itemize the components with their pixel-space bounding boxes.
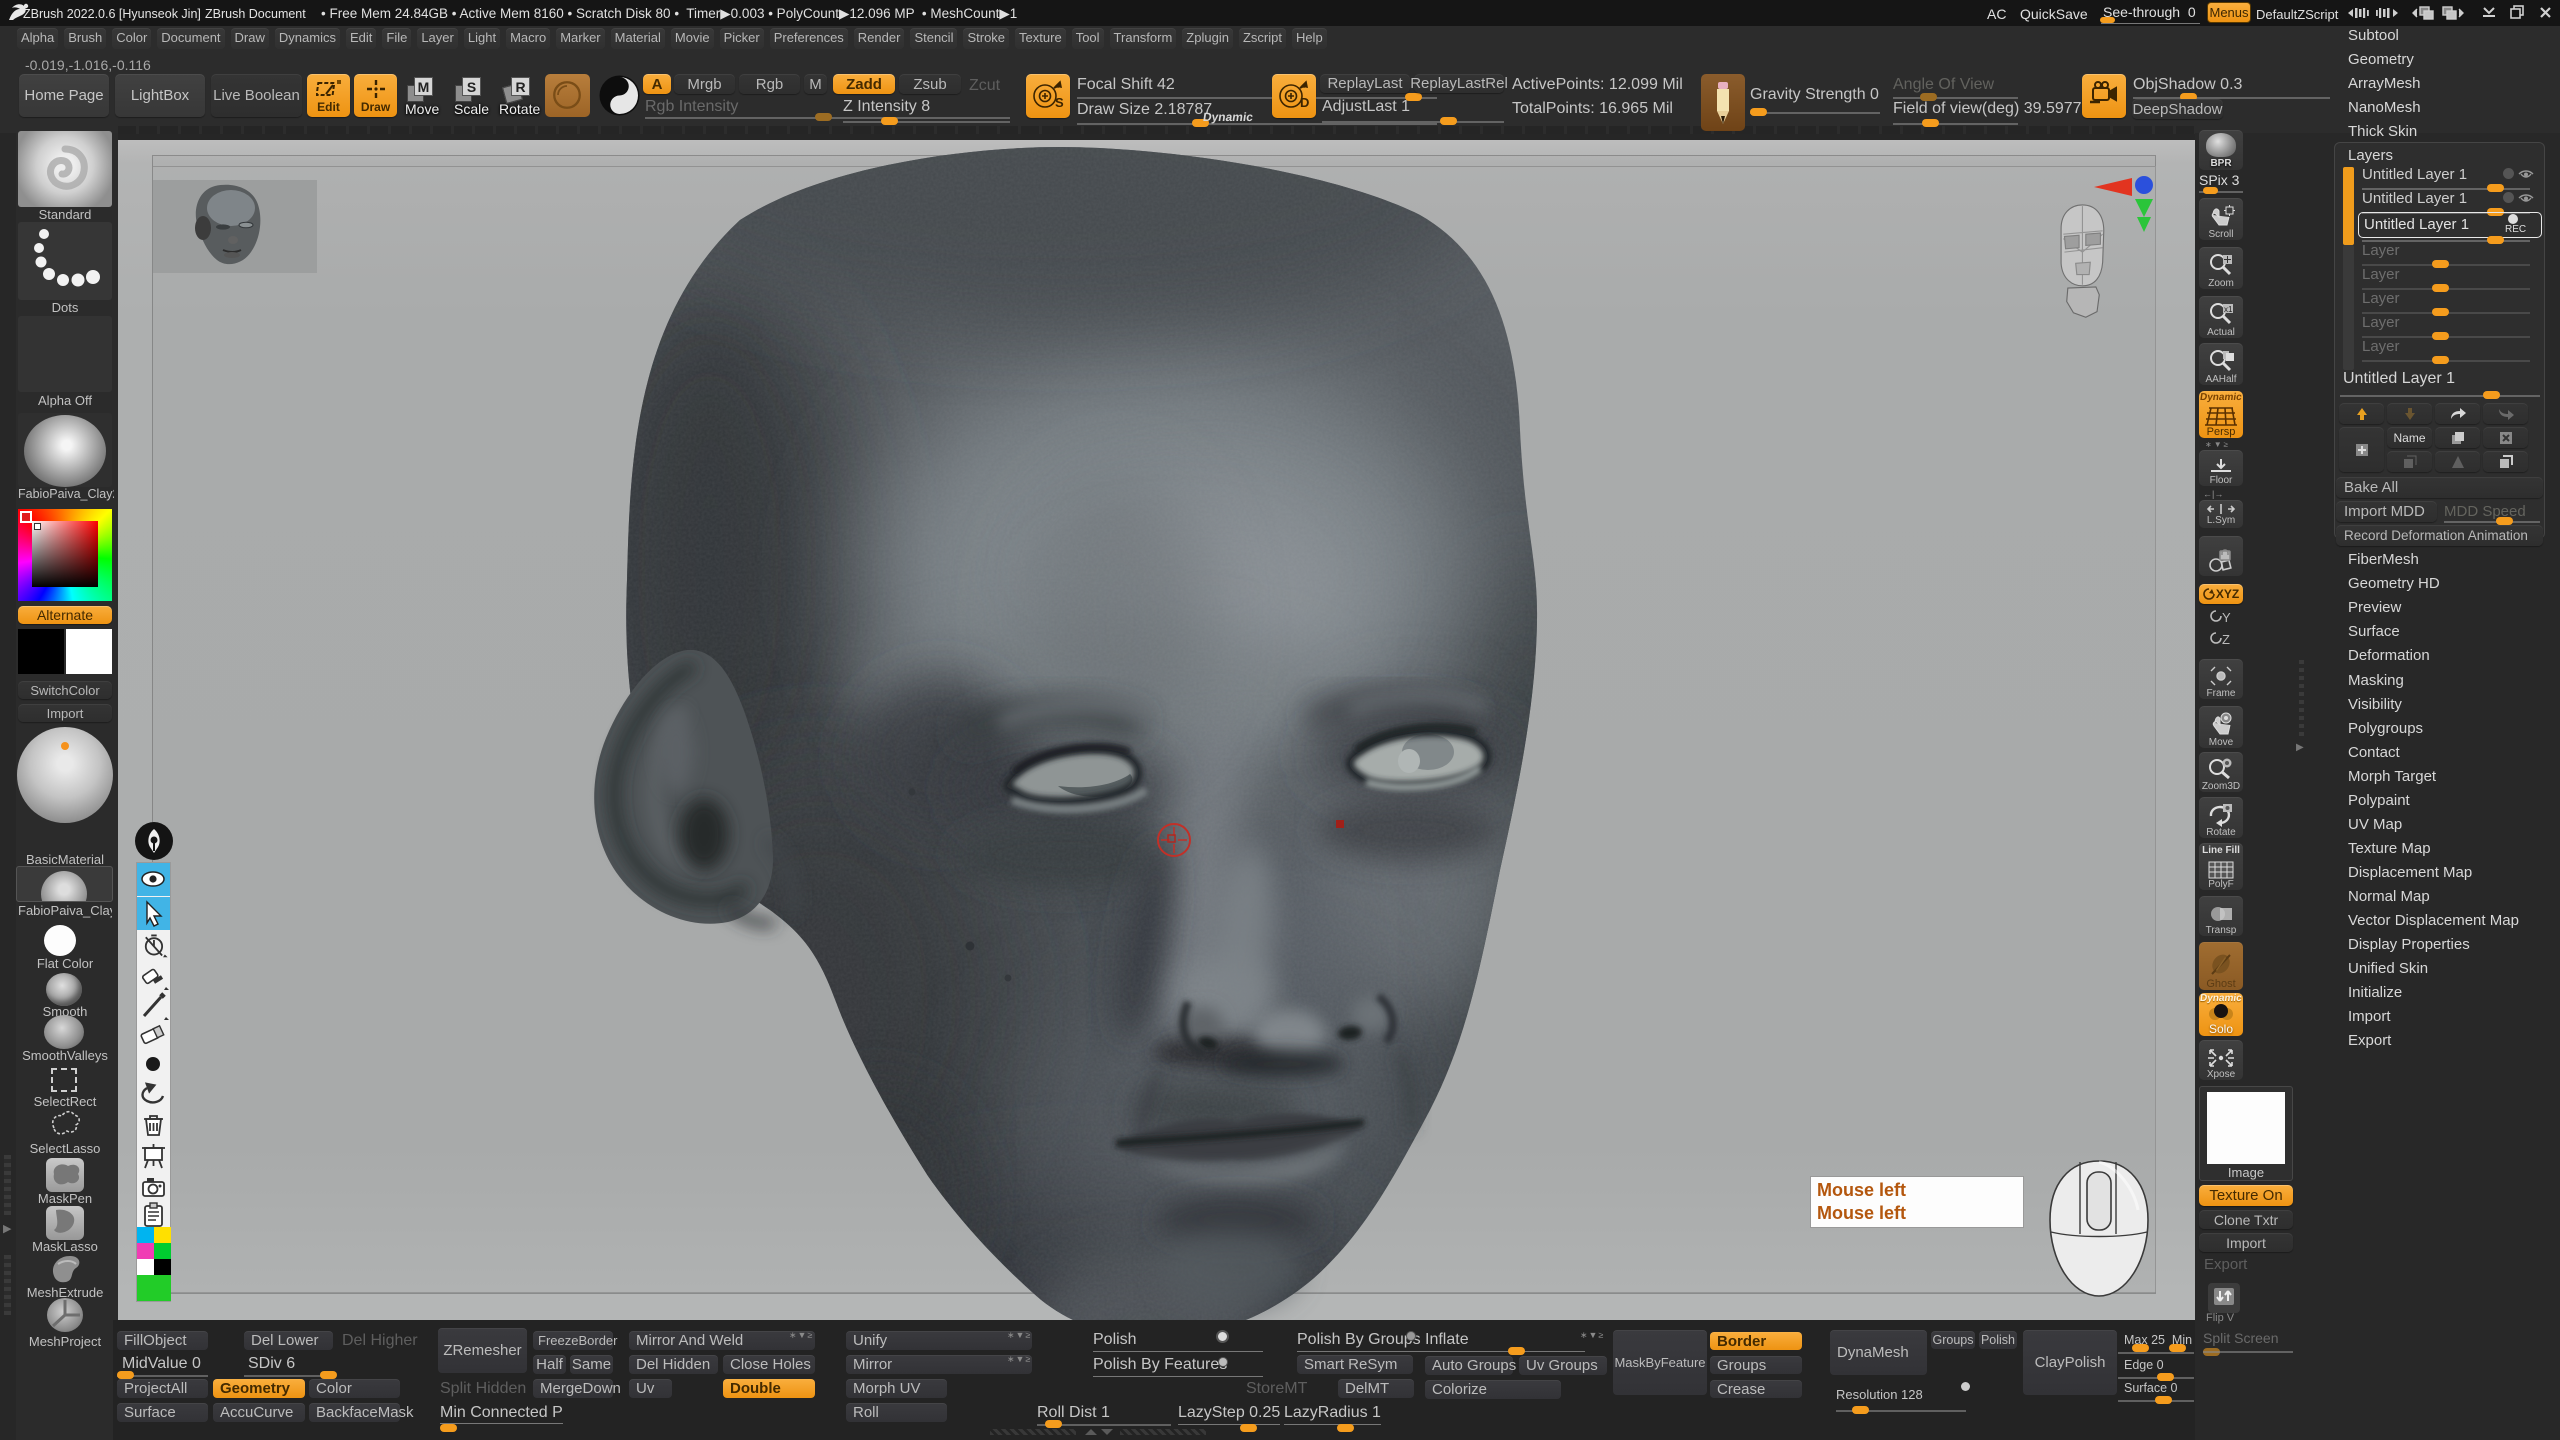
svg-text:S: S xyxy=(1055,95,1064,110)
svg-text:D: D xyxy=(1300,95,1309,110)
svg-text:x1: x1 xyxy=(2224,305,2233,314)
